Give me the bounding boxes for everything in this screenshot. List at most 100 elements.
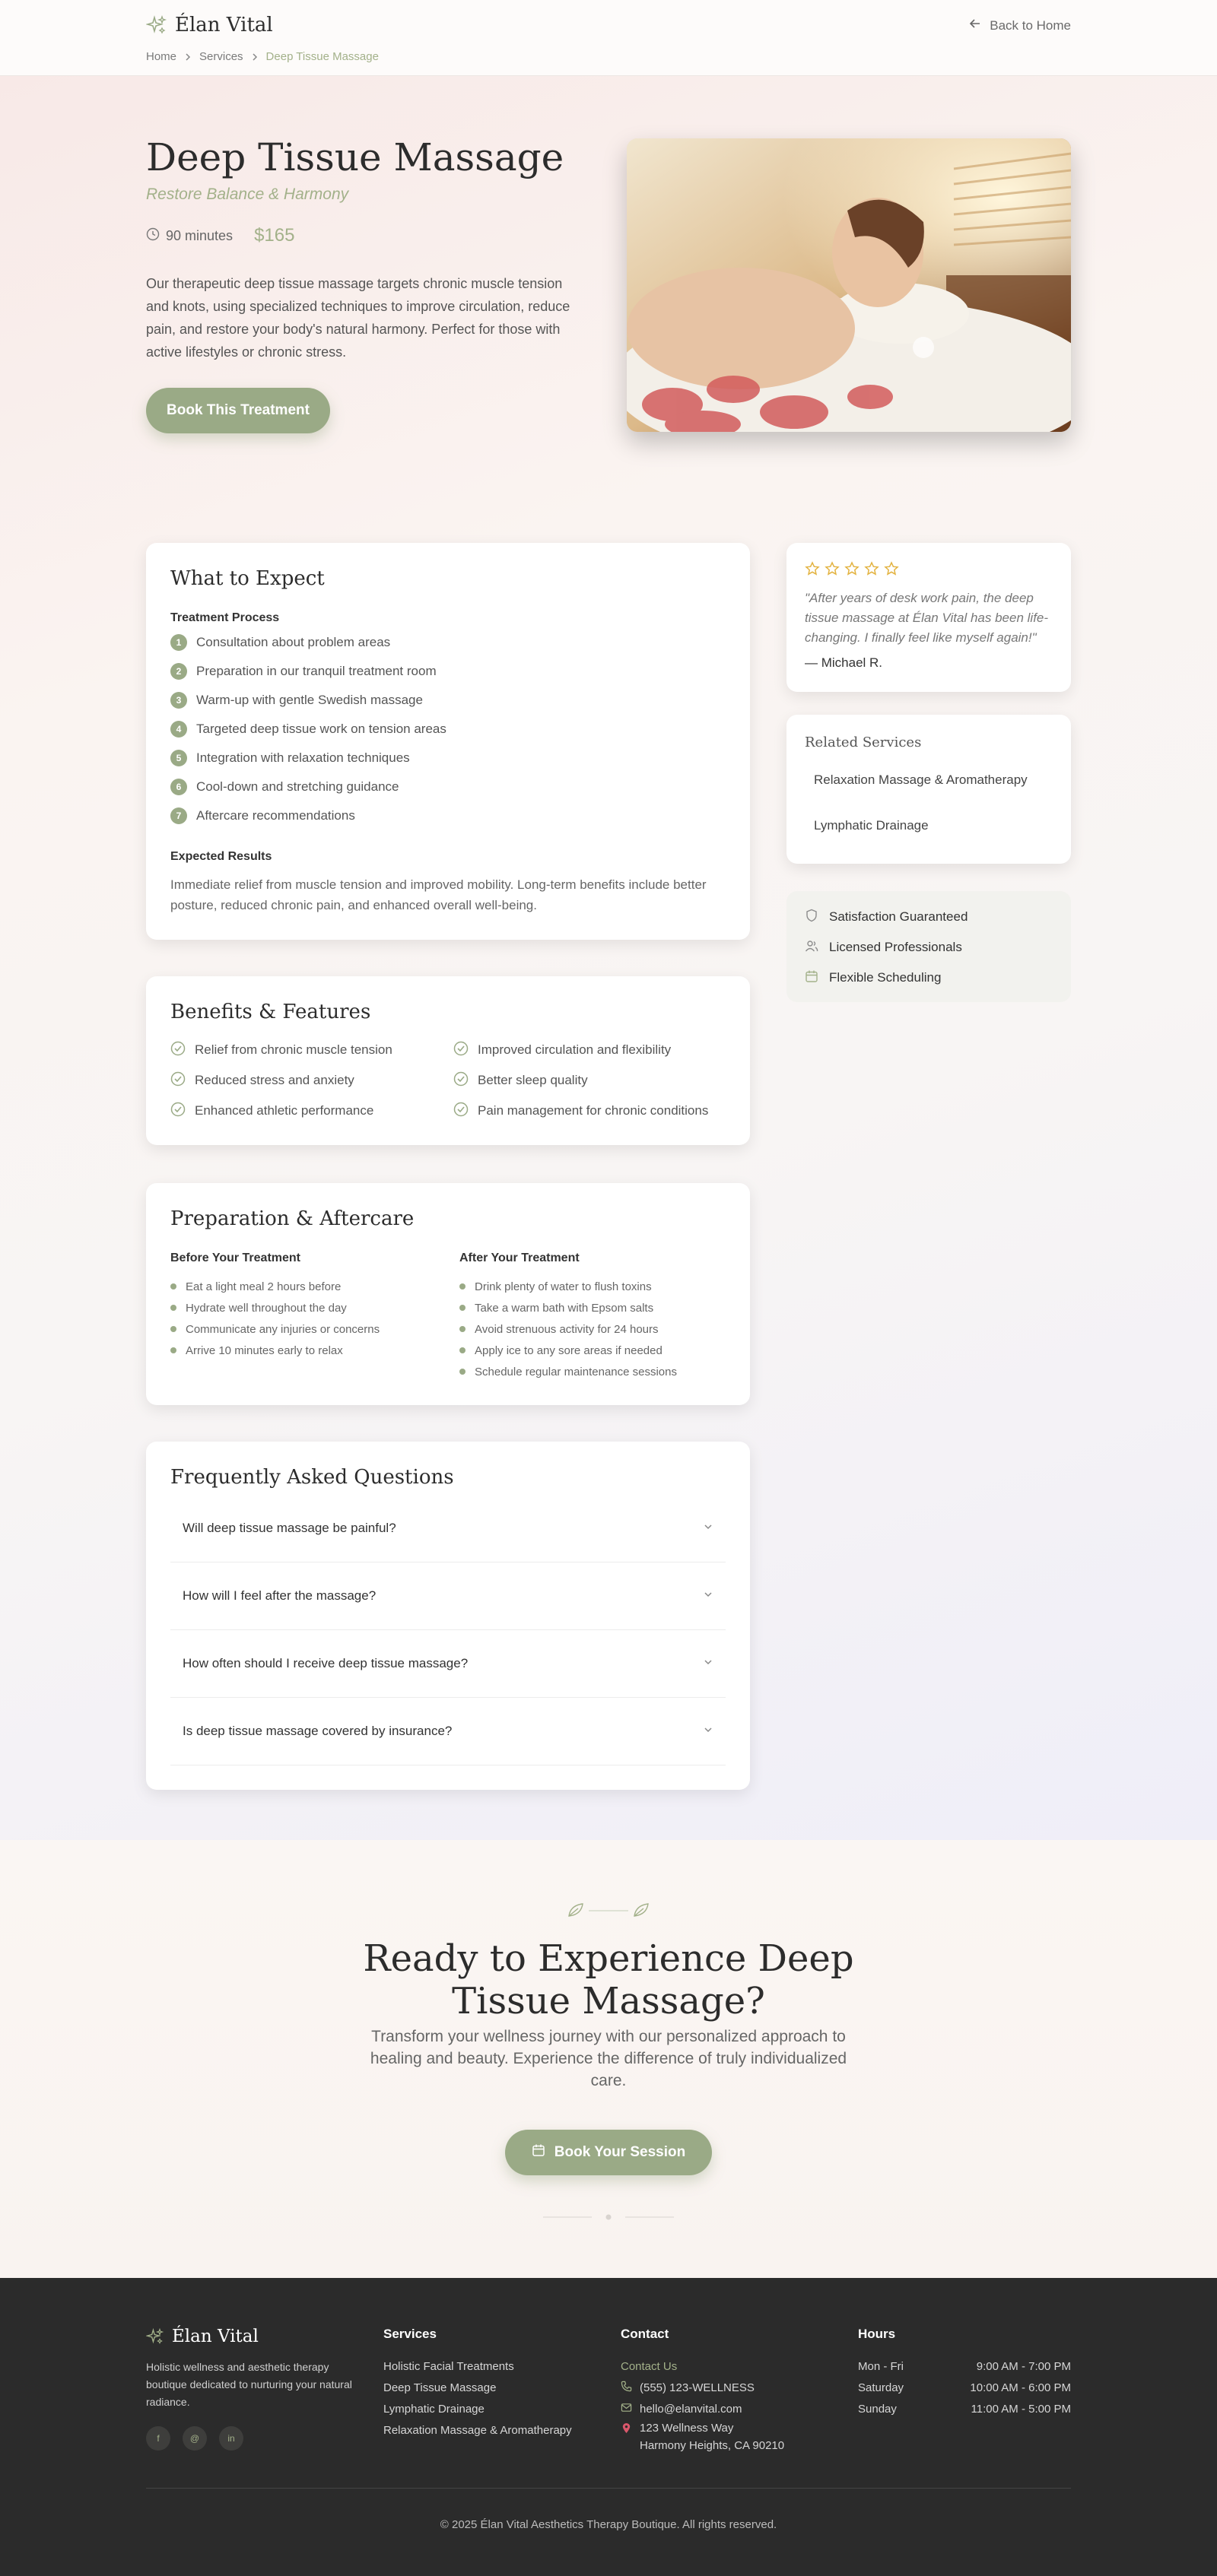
faq-question: Is deep tissue massage covered by insura… [183,1724,453,1738]
hero-section: Deep Tissue Massage Restore Balance & Ha… [0,76,1217,1840]
list-item: Flexible Scheduling [805,963,968,993]
email-link[interactable]: hello@elanvital.com [621,2398,784,2419]
faq-item[interactable]: How will I feel after the massage? [170,1562,726,1630]
trust-text: Flexible Scheduling [829,970,942,985]
faq-card: Frequently Asked Questions Will deep tis… [146,1442,750,1790]
before-item: Communicate any injuries or concerns [186,1322,380,1336]
duration: 90 minutes [146,227,233,245]
benefit-text: Better sleep quality [478,1073,588,1087]
faq-question: Will deep tissue massage be painful? [183,1521,396,1535]
chevron-down-icon [703,1589,713,1604]
list-item: Reduced stress and anxiety [170,1071,453,1089]
footer-services-heading: Services [383,2327,437,2341]
address-line-2: Harmony Heights, CA 90210 [640,2439,785,2452]
step-text: Consultation about problem areas [196,635,391,649]
brand-logo[interactable]: Élan Vital [146,14,273,36]
trust-text: Licensed Professionals [829,940,962,954]
phone-text: (555) 123-WELLNESS [640,2381,755,2394]
breadcrumb-services[interactable]: Services [199,50,243,63]
star-rating [805,561,899,580]
benefits-list: Relief from chronic muscle tension Impro… [170,1041,736,1119]
after-item: Avoid strenuous activity for 24 hours [475,1322,659,1336]
bullet-dot [459,1347,466,1353]
email-text: hello@elanvital.com [640,2402,742,2416]
step-number: 4 [170,721,187,738]
check-circle-icon [453,1102,469,1121]
related-services-card: Related Services Relaxation Massage & Ar… [786,715,1071,864]
after-item: Schedule regular maintenance sessions [475,1365,677,1378]
list-item: Pain management for chronic conditions [453,1102,736,1119]
footer-brand-name: Élan Vital [172,2327,259,2346]
footer-service-link[interactable]: Relaxation Massage & Aromatherapy [383,2419,572,2441]
footer-service-link[interactable]: Lymphatic Drainage [383,2398,572,2419]
bullet-dot [459,1305,466,1311]
facebook-icon[interactable]: f [146,2426,170,2451]
mail-icon [621,2402,632,2416]
star-icon [844,561,860,580]
list-item: 6 Cool-down and stretching guidance [170,772,446,801]
hours-row: Sunday 11:00 AM - 5:00 PM [858,2398,1071,2419]
testimonial-author: — Michael R. [805,655,883,670]
list-item: 7 Aftercare recommendations [170,801,446,830]
step-number: 2 [170,663,187,680]
back-to-home-link[interactable]: Back to Home [968,17,1071,34]
list-item: Communicate any injuries or concerns [170,1318,459,1340]
site-header: Élan Vital Back to Home Home Services De… [0,0,1217,76]
related-service-link[interactable]: Relaxation Massage & Aromatherapy [805,757,1053,803]
phone-link[interactable]: (555) 123-WELLNESS [621,2377,784,2398]
sparkle-icon [146,14,167,34]
after-item: Apply ice to any sore areas if needed [475,1344,663,1357]
footer-logo[interactable]: Élan Vital [146,2327,367,2346]
step-text: Cool-down and stretching guidance [196,779,399,794]
faq-item[interactable]: Will deep tissue massage be painful? [170,1495,726,1562]
book-session-button[interactable]: Book Your Session [505,2130,712,2175]
before-item: Hydrate well throughout the day [186,1301,347,1315]
check-circle-icon [170,1041,186,1060]
testimonial-card: "After years of desk work pain, the deep… [786,543,1071,692]
footer-service-link[interactable]: Holistic Facial Treatments [383,2356,572,2377]
copyright: © 2025 Élan Vital Aesthetics Therapy Bou… [440,2518,777,2531]
star-icon [825,561,840,580]
benefits-title: Benefits & Features [170,1001,371,1023]
map-pin-icon [621,2422,632,2439]
footer-brand-column: Élan Vital Holistic wellness and aesthet… [146,2327,367,2451]
footer-service-link[interactable]: Deep Tissue Massage [383,2377,572,2398]
related-title: Related Services [805,734,922,750]
instagram-icon[interactable]: @ [183,2426,207,2451]
chevron-right-icon [184,51,192,63]
book-session-label: Book Your Session [554,2144,686,2160]
contact-us-link[interactable]: Contact Us [621,2356,784,2377]
hours-day: Mon - Fri [858,2359,904,2373]
hours-time: 10:00 AM - 6:00 PM [970,2381,1071,2394]
chevron-right-icon [251,51,259,63]
footer-contact-column: Contact Contact Us (555) 123-WELLNESS he… [621,2327,784,2454]
hours-row: Saturday 10:00 AM - 6:00 PM [858,2377,1071,2398]
linkedin-icon[interactable]: in [219,2426,243,2451]
breadcrumb-home[interactable]: Home [146,50,176,63]
hero-description: Our therapeutic deep tissue massage targ… [146,276,570,360]
list-item: Better sleep quality [453,1071,736,1089]
after-column: After Your Treatment Drink plenty of wat… [459,1252,748,1382]
before-item: Arrive 10 minutes early to relax [186,1344,343,1357]
benefits-card: Benefits & Features Relief from chronic … [146,976,750,1145]
address-block: 123 Wellness Way Harmony Heights, CA 902… [640,2419,784,2454]
footer-services-column: Services Holistic Facial Treatments Deep… [383,2327,572,2441]
benefit-text: Enhanced athletic performance [195,1103,374,1118]
hours-time: 11:00 AM - 5:00 PM [971,2402,1071,2416]
trust-text: Satisfaction Guaranteed [829,909,968,924]
cta-title: Ready to Experience Deep Tissue Massage? [363,1937,854,2022]
before-list: Eat a light meal 2 hours before Hydrate … [170,1276,459,1361]
related-service-link[interactable]: Lymphatic Drainage [805,803,1053,849]
hero-subtitle: Restore Balance & Harmony [146,186,349,203]
step-text: Integration with relaxation techniques [196,750,410,765]
footer-hours-column: Hours Mon - Fri 9:00 AM - 7:00 PM Saturda… [858,2327,1071,2419]
benefit-text: Pain management for chronic conditions [478,1103,709,1118]
expect-title: What to Expect [170,567,325,590]
hours-time: 9:00 AM - 7:00 PM [976,2359,1071,2373]
clock-icon [146,227,160,245]
book-treatment-button[interactable]: Book This Treatment [146,388,330,433]
faq-item[interactable]: How often should I receive deep tissue m… [170,1630,726,1698]
list-item: Drink plenty of water to flush toxins [459,1276,748,1297]
step-number: 5 [170,750,187,766]
faq-item[interactable]: Is deep tissue massage covered by insura… [170,1698,726,1765]
